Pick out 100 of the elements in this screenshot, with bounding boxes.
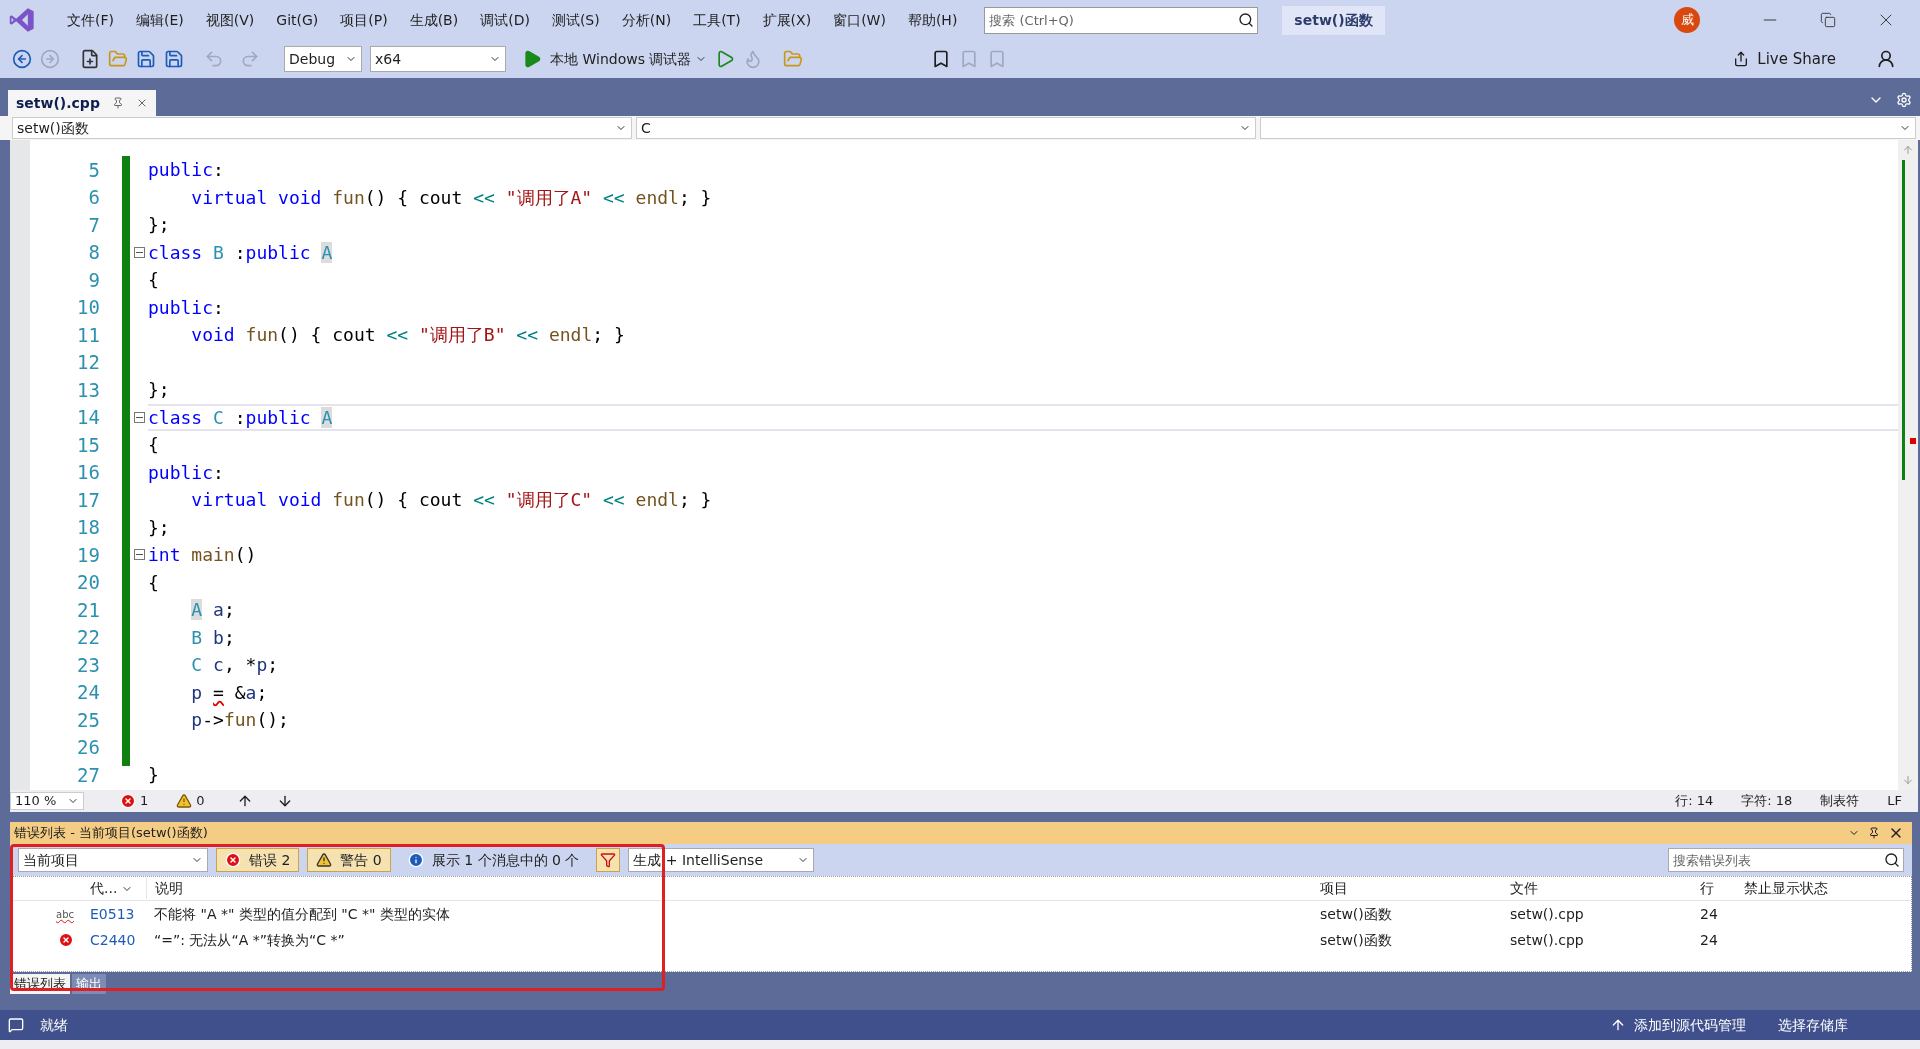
column-header[interactable]: 说明 <box>146 878 1316 899</box>
settings-icon[interactable] <box>1896 92 1912 108</box>
line-number: 8 <box>88 240 100 265</box>
column-header[interactable]: 项目 <box>1316 878 1506 899</box>
code-line: }; <box>148 213 170 238</box>
line-number: 13 <box>77 377 100 403</box>
line-number: 21 <box>77 597 100 623</box>
code-line: } <box>148 763 159 788</box>
code-line: public: <box>148 460 224 485</box>
column-header[interactable]: 禁止显示状态 <box>1740 878 1900 899</box>
scope-dropdown[interactable]: setw()函数 <box>12 117 632 139</box>
panel-title: 错误列表 - 当前项目(setw()函数) <box>14 824 208 843</box>
restore-icon[interactable] <box>1820 12 1836 28</box>
code-line: { <box>148 433 159 458</box>
column-header[interactable]: 文件 <box>1506 878 1696 899</box>
table-cell-text: setw()函数 <box>1319 930 1393 950</box>
source-dropdown[interactable]: 生成 + IntelliSense <box>628 848 815 872</box>
document-tab[interactable]: setw().cpp <box>8 90 156 116</box>
code-line: virtual void fun() { cout << "调用了C" << endl; } <box>190 488 712 513</box>
menu-item[interactable]: 工具(T) <box>682 5 752 35</box>
line-number: 26 <box>77 735 100 760</box>
error-description: 不能将 "A *" 类型的值分配到 "C *" 类型的实体 <box>153 904 451 924</box>
error-icon <box>58 932 74 948</box>
back-icon[interactable] <box>12 49 32 69</box>
column-header[interactable]: 行 <box>1696 878 1740 899</box>
menu-item[interactable]: 编辑(E) <box>125 5 195 35</box>
error-marker <box>1910 438 1916 444</box>
pin-icon[interactable] <box>111 97 124 109</box>
start-without-debugging-icon[interactable] <box>715 49 736 69</box>
code-line: p = &a; <box>190 680 268 705</box>
upload-icon <box>1610 1017 1626 1033</box>
line-number: 20 <box>77 570 100 595</box>
code-line: { <box>148 570 159 595</box>
zoom-dropdown[interactable]: 110 % <box>10 792 84 810</box>
table-cell-text: 24 <box>1699 930 1719 950</box>
code-line: public: <box>148 158 224 183</box>
live-share-button[interactable]: Live Share <box>1733 47 1836 71</box>
table-cell-text: setw().cpp <box>1509 930 1585 950</box>
table-cell-text: setw().cpp <box>1509 904 1585 924</box>
status-text: 就绪 <box>40 1015 68 1035</box>
line-number: 18 <box>77 515 100 540</box>
line-ending-indicator[interactable]: LF <box>1887 791 1902 811</box>
warning-count[interactable]: 0 <box>176 791 205 811</box>
scroll-thumb[interactable] <box>1902 160 1905 480</box>
menu-item[interactable]: 生成(B) <box>398 5 470 35</box>
code-line: { <box>148 268 159 293</box>
menu-item[interactable]: Git(G) <box>265 5 330 35</box>
code-line: virtual void fun() { cout << "调用了A" << endl; } <box>190 185 712 210</box>
column-header[interactable]: 代... <box>86 878 146 899</box>
menu-item[interactable]: 窗口(W) <box>822 5 897 35</box>
search-field[interactable]: 搜索 (Ctrl+Q) <box>984 6 1259 34</box>
error-count[interactable]: 1 <box>120 791 149 811</box>
notifications-icon[interactable] <box>8 1017 24 1033</box>
save-all-icon[interactable] <box>164 49 184 69</box>
line-number: 11 <box>77 322 100 348</box>
error-code-link[interactable]: E0513 <box>86 903 146 925</box>
line-number: 12 <box>77 350 100 375</box>
platform-dropdown[interactable]: x64 <box>370 46 506 72</box>
menu-item[interactable]: 帮助(H) <box>896 5 969 35</box>
app-logo-icon <box>8 6 36 34</box>
class-dropdown[interactable]: C <box>636 117 1256 139</box>
line-number: 10 <box>77 295 100 320</box>
collapse-icon[interactable] <box>133 246 145 258</box>
error-search-field[interactable]: 搜索错误列表 <box>1668 848 1904 872</box>
filter-toggle[interactable]: 警告 0 <box>307 848 391 872</box>
indent-indicator[interactable]: 制表符 <box>1820 791 1860 811</box>
collapse-icon[interactable] <box>133 411 145 423</box>
table-cell-text: setw()函数 <box>1319 904 1393 924</box>
configuration-dropdown[interactable]: Debug <box>284 46 362 72</box>
line-number: 9 <box>88 267 100 293</box>
collapse-icon[interactable] <box>133 549 145 561</box>
menu-item[interactable]: 项目(P) <box>329 5 399 35</box>
new-item-icon[interactable] <box>80 49 100 69</box>
line-indicator: 行: 14 <box>1675 792 1714 811</box>
repository-button[interactable]: 选择存储库 <box>1778 1014 1848 1036</box>
user-avatar[interactable]: 威 <box>1674 7 1700 33</box>
menu-item[interactable]: 分析(N) <box>610 5 683 35</box>
code-line: }; <box>148 378 170 403</box>
search-icon <box>1238 11 1255 28</box>
code-line: int main() <box>148 543 257 568</box>
pin-icon[interactable] <box>1868 827 1880 839</box>
run-target-button[interactable]: 本地 Windows 调试器 <box>550 48 708 70</box>
save-icon[interactable] <box>136 49 156 69</box>
menu-item[interactable]: 文件(F) <box>56 5 125 35</box>
line-number: 23 <box>77 652 100 678</box>
code-line: B b; <box>190 625 235 650</box>
menu-item[interactable]: 调试(D) <box>469 5 541 35</box>
error-code-link[interactable]: C2440 <box>86 929 146 951</box>
source-control-button[interactable]: 添加到源代码管理 <box>1610 1014 1746 1036</box>
filter-toggle[interactable]: 错误 2 <box>216 848 300 872</box>
filter-button[interactable] <box>596 848 621 872</box>
code-line: p->fun(); <box>190 708 289 733</box>
run-icon[interactable] <box>522 49 542 69</box>
menu-item[interactable]: 视图(V) <box>194 5 266 35</box>
menu-item[interactable]: 扩展(X) <box>751 5 823 35</box>
filter-toggle[interactable]: 展示 1 个消息中的 0 个 <box>398 848 589 872</box>
filter-icon <box>600 852 617 868</box>
feedback-icon[interactable] <box>1876 49 1896 69</box>
menu-item[interactable]: 测试(S) <box>540 5 611 35</box>
scope-dropdown[interactable]: 当前项目 <box>18 848 208 872</box>
